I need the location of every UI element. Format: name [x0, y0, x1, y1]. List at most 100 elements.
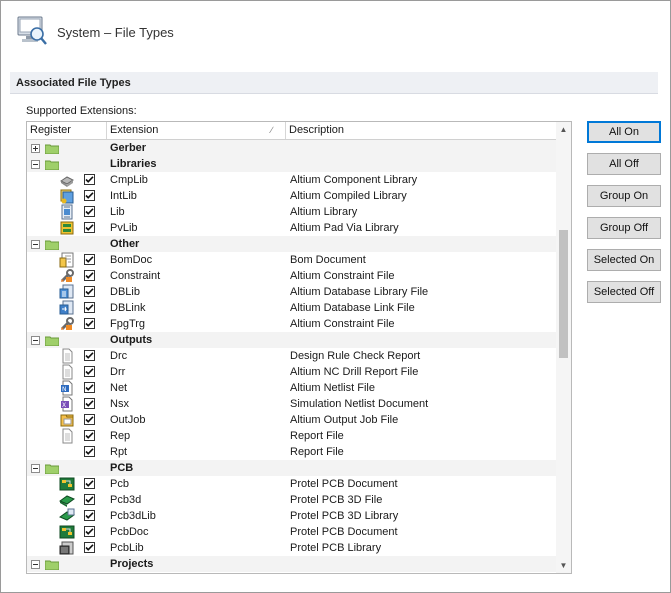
collapse-icon[interactable]	[31, 560, 40, 569]
description-cell: Design Rule Check Report	[290, 350, 421, 362]
all-on-button[interactable]: All On	[587, 121, 661, 143]
folder-icon	[44, 463, 60, 475]
supported-extensions-label: Supported Extensions:	[26, 105, 137, 117]
register-checkbox[interactable]	[84, 478, 95, 489]
extension-row[interactable]: CmpLib Altium Component Library	[27, 172, 558, 188]
extension-cell: Constraint	[110, 270, 161, 282]
description-cell: Altium Output Job File	[290, 414, 399, 426]
svg-text:X: X	[62, 402, 66, 409]
collapse-icon[interactable]	[31, 336, 40, 345]
group-row[interactable]: Other	[27, 236, 558, 252]
group-row[interactable]: PCB	[27, 460, 558, 476]
group-on-button[interactable]: Group On	[587, 185, 661, 207]
extension-cell: Pcb3d	[110, 494, 142, 506]
description-cell: Protel PCB 3D Library	[290, 510, 399, 522]
all-off-button[interactable]: All Off	[587, 153, 661, 175]
pcb-3d-lib-icon	[58, 508, 76, 524]
register-checkbox[interactable]	[84, 254, 95, 265]
extension-cell: Pcb	[110, 478, 129, 490]
extension-cell: PvLib	[110, 222, 138, 234]
register-checkbox[interactable]	[84, 542, 95, 553]
description-cell: Protel PCB Document	[290, 526, 398, 538]
register-checkbox[interactable]	[84, 174, 95, 185]
extension-row[interactable]: Drr Altium NC Drill Report File	[27, 364, 558, 380]
extension-row[interactable]: Rep Report File	[27, 428, 558, 444]
pcb-lib-icon	[59, 540, 75, 556]
scroll-up-icon[interactable]: ▲	[556, 122, 571, 137]
sort-indicator-icon: ∕	[271, 125, 273, 135]
register-checkbox[interactable]	[84, 270, 95, 281]
group-name: Gerber	[110, 142, 147, 154]
register-checkbox[interactable]	[84, 350, 95, 361]
register-checkbox[interactable]	[84, 206, 95, 217]
scroll-thumb[interactable]	[559, 230, 568, 358]
register-checkbox[interactable]	[84, 510, 95, 521]
extension-row[interactable]: Pcb Protel PCB Document	[27, 476, 558, 492]
description-cell: Bom Document	[290, 254, 366, 266]
group-row[interactable]: Gerber	[27, 140, 558, 156]
extension-row[interactable]: Drc Design Rule Check Report	[27, 348, 558, 364]
register-checkbox[interactable]	[84, 526, 95, 537]
group-row[interactable]: Libraries	[27, 156, 558, 172]
column-register[interactable]: Register	[27, 122, 107, 139]
extension-row[interactable]: BomDoc Bom Document	[27, 252, 558, 268]
register-checkbox[interactable]	[84, 446, 95, 457]
vertical-scrollbar[interactable]: ▲ ▼	[556, 122, 571, 573]
register-checkbox[interactable]	[84, 414, 95, 425]
extension-row[interactable]: IntLib Altium Compiled Library	[27, 188, 558, 204]
extension-cell: CmpLib	[110, 174, 148, 186]
column-description[interactable]: Description	[286, 122, 558, 139]
register-checkbox[interactable]	[84, 382, 95, 393]
extension-row[interactable]: Lib Altium Library	[27, 204, 558, 220]
document-icon	[59, 428, 75, 444]
description-cell: Altium Constraint File	[290, 318, 395, 330]
extension-row[interactable]: PcbLib Protel PCB Library	[27, 540, 558, 556]
pcb-doc-icon	[59, 476, 75, 492]
register-checkbox[interactable]	[84, 494, 95, 505]
register-checkbox[interactable]	[84, 302, 95, 313]
extension-row[interactable]: N Net Altium Netlist File	[27, 380, 558, 396]
selected-off-button[interactable]: Selected Off	[587, 281, 661, 303]
sim-netlist-icon: X	[59, 396, 75, 412]
collapse-icon[interactable]	[31, 160, 40, 169]
extension-row[interactable]: Pcb3dLib Protel PCB 3D Library	[27, 508, 558, 524]
extension-row[interactable]: PcbDoc Protel PCB Document	[27, 524, 558, 540]
scroll-down-icon[interactable]: ▼	[556, 558, 571, 573]
group-row[interactable]: Outputs	[27, 332, 558, 348]
register-checkbox[interactable]	[84, 286, 95, 297]
description-cell: Altium NC Drill Report File	[290, 366, 419, 378]
extension-row[interactable]: PvLib Altium Pad Via Library	[27, 220, 558, 236]
register-checkbox[interactable]	[84, 222, 95, 233]
register-checkbox[interactable]	[84, 318, 95, 329]
column-extension[interactable]: Extension	[107, 122, 286, 139]
extension-row[interactable]: FpgTrg Altium Constraint File	[27, 316, 558, 332]
description-cell: Altium Database Link File	[290, 302, 415, 314]
register-checkbox[interactable]	[84, 398, 95, 409]
file-types-list[interactable]: Register Extension ∕ Description Gerber L…	[26, 121, 572, 574]
pad-via-lib-icon	[59, 220, 75, 236]
extension-row[interactable]: X Nsx Simulation Netlist Document	[27, 396, 558, 412]
group-name: Libraries	[110, 158, 157, 170]
extension-row[interactable]: DBLib Altium Database Library File	[27, 284, 558, 300]
expand-icon[interactable]	[31, 144, 40, 153]
extension-row[interactable]: DBLink Altium Database Link File	[27, 300, 558, 316]
group-off-button[interactable]: Group Off	[587, 217, 661, 239]
extension-row[interactable]: Pcb3d Protel PCB 3D File	[27, 492, 558, 508]
selected-on-button[interactable]: Selected On	[587, 249, 661, 271]
description-cell: Altium Component Library	[290, 174, 418, 186]
document-icon	[59, 364, 75, 380]
group-row[interactable]: Projects	[27, 556, 558, 572]
extension-row[interactable]: Rpt Report File	[27, 444, 558, 460]
extension-cell: Drc	[110, 350, 128, 362]
description-cell: Altium Pad Via Library	[290, 222, 399, 234]
register-checkbox[interactable]	[84, 430, 95, 441]
description-cell: Altium Netlist File	[290, 382, 375, 394]
extension-cell: IntLib	[110, 190, 137, 202]
register-checkbox[interactable]	[84, 190, 95, 201]
pcb-3d-icon	[58, 492, 76, 508]
collapse-icon[interactable]	[31, 464, 40, 473]
extension-row[interactable]: Constraint Altium Constraint File	[27, 268, 558, 284]
register-checkbox[interactable]	[84, 366, 95, 377]
collapse-icon[interactable]	[31, 240, 40, 249]
extension-row[interactable]: OutJob Altium Output Job File	[27, 412, 558, 428]
